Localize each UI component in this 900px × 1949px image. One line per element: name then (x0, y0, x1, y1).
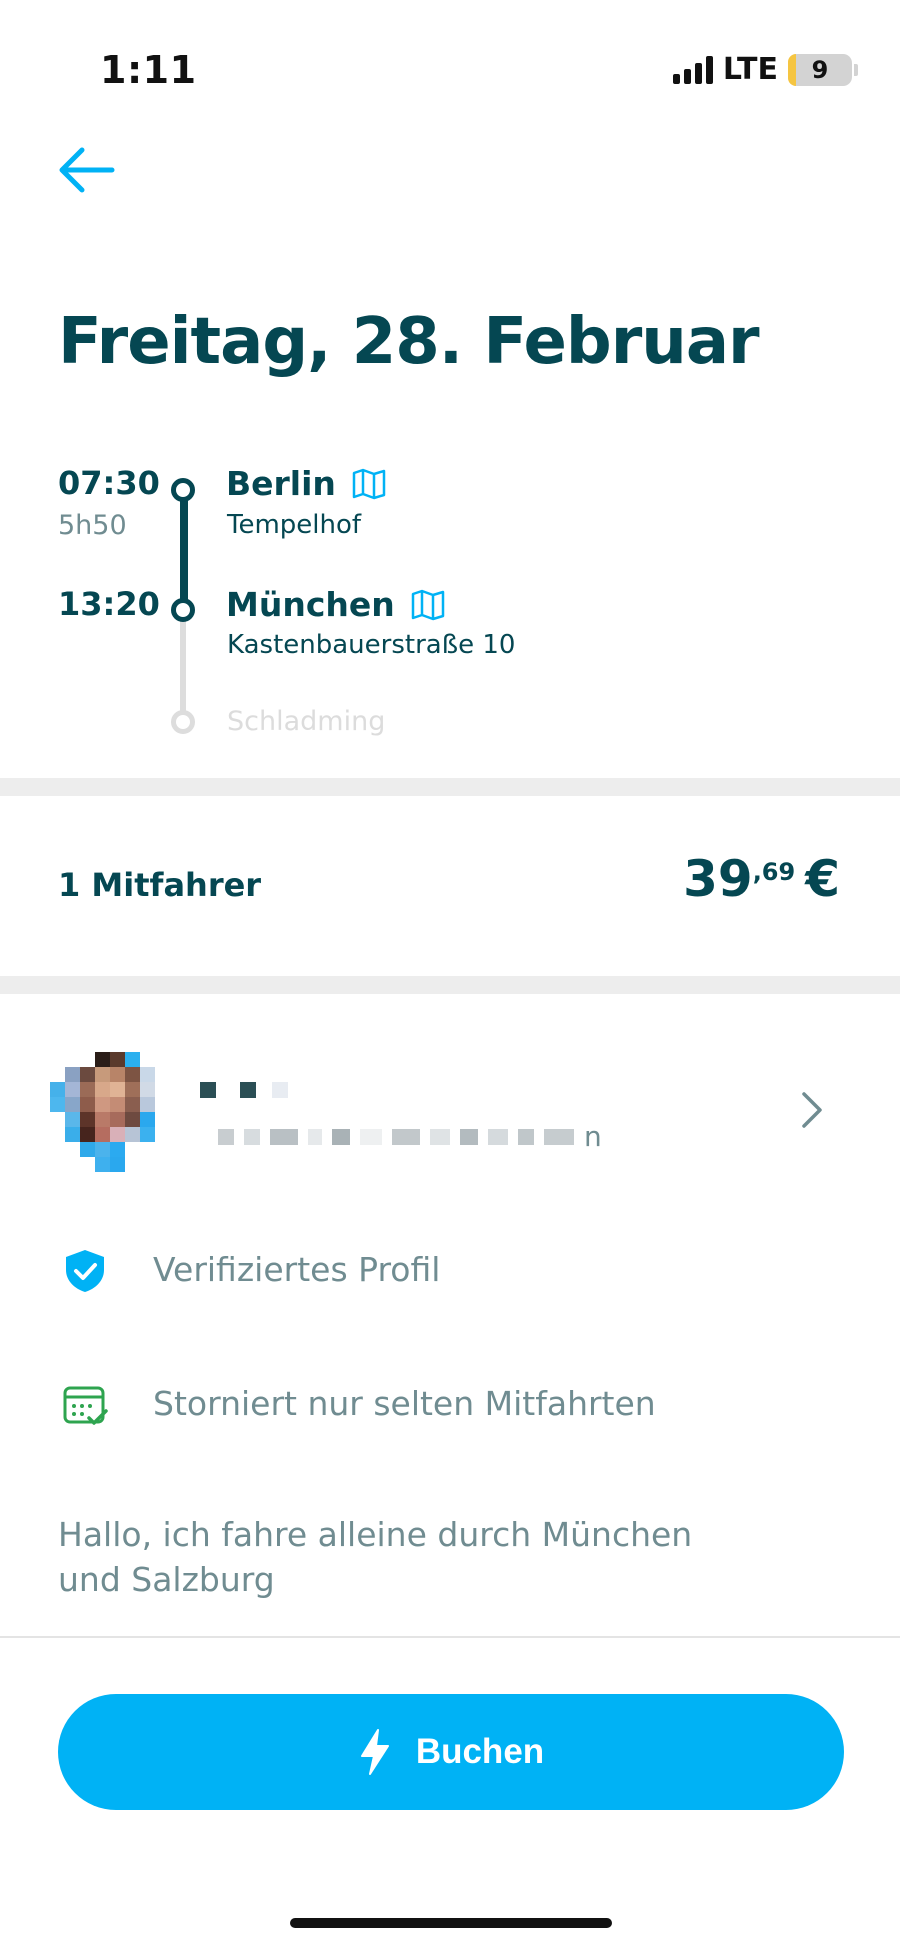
final-stop: Schladming (227, 706, 386, 737)
departure-city-name: Berlin (226, 464, 336, 503)
lightning-icon (360, 1729, 389, 1775)
departure-node (171, 478, 195, 502)
driver-name-redacted[interactable] (200, 1082, 288, 1104)
book-button[interactable]: Buchen (58, 1694, 844, 1810)
route-line (180, 498, 188, 600)
status-time: 1:11 (100, 48, 197, 92)
calendar-check-icon (63, 1386, 108, 1425)
network-label: LTE (722, 52, 778, 87)
chevron-right-icon[interactable] (800, 1090, 824, 1130)
route-line-remaining (180, 620, 186, 716)
arrival-city-name: München (226, 585, 395, 624)
passenger-count: 1 Mitfahrer (58, 866, 262, 904)
section-divider (0, 976, 900, 994)
price-decimal: ,69 (752, 858, 796, 886)
verified-shield-icon (66, 1250, 104, 1292)
trip-details-screen: 1:11 LTE 9 Freitag, 28. Februar 07:30 5h… (0, 0, 900, 1949)
arrival-city[interactable]: München (226, 585, 445, 624)
status-indicators: LTE 9 (672, 52, 858, 87)
departure-address: Tempelhof (227, 510, 362, 540)
arrival-node (171, 598, 195, 622)
final-stop-node (171, 710, 195, 734)
price-currency: € (805, 850, 840, 908)
trip-duration: 5h50 (58, 510, 127, 541)
departure-time: 07:30 (58, 464, 160, 502)
driver-bio: Hallo, ich fahre alleine durch München u… (58, 1515, 693, 1599)
avatar[interactable] (50, 1052, 170, 1172)
cancellation-label: Storniert nur selten Mitfahrten (153, 1384, 656, 1423)
departure-city[interactable]: Berlin (226, 464, 386, 503)
section-divider (0, 778, 900, 796)
page-title: Freitag, 28. Februar (58, 305, 760, 379)
footer-divider (0, 1636, 900, 1638)
driver-rating-redacted: n (218, 1120, 602, 1153)
arrival-address: Kastenbauerstraße 10 (227, 630, 516, 660)
price-whole: 39 (683, 850, 753, 908)
signal-icon (672, 55, 713, 84)
home-indicator (290, 1918, 612, 1928)
map-icon[interactable] (411, 589, 445, 621)
book-button-label: Buchen (415, 1732, 545, 1771)
verified-profile-label: Verifiziertes Profil (153, 1250, 441, 1289)
price: 39 ,69 € (683, 850, 840, 908)
arrow-left-icon[interactable] (56, 146, 116, 194)
driver-name-suffix: n (584, 1120, 602, 1153)
battery-level: 9 (811, 55, 829, 84)
arrival-time: 13:20 (58, 585, 160, 623)
battery-icon: 9 (788, 53, 852, 86)
map-icon[interactable] (352, 468, 386, 500)
